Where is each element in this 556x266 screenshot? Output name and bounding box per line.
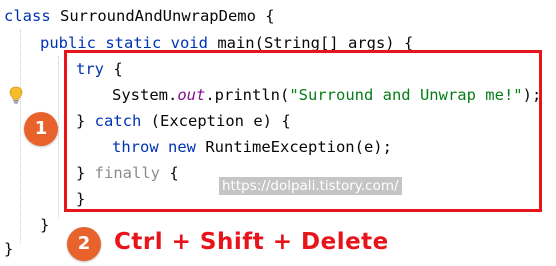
indent-guide [20, 30, 21, 244]
code-text: } [4, 240, 14, 258]
keyboard-shortcut-label: Ctrl + Shift + Delete [114, 229, 389, 255]
lightbulb-icon[interactable] [8, 86, 24, 104]
watermark-url: https://dolpali.tistory.com/ [219, 177, 402, 195]
code-line-close-method[interactable]: } [40, 212, 49, 238]
code-line-class[interactable]: class SurroundAndUnwrapDemo { [4, 3, 275, 29]
code-line-close-class[interactable]: } [4, 236, 13, 262]
step-badge-2: 2 [67, 227, 101, 261]
keyword: class [4, 7, 51, 25]
code-text: } [40, 216, 50, 234]
indent-guide [58, 56, 59, 218]
code-text: SurroundAndUnwrapDemo { [50, 7, 275, 25]
step-badge-1: 1 [24, 112, 58, 146]
